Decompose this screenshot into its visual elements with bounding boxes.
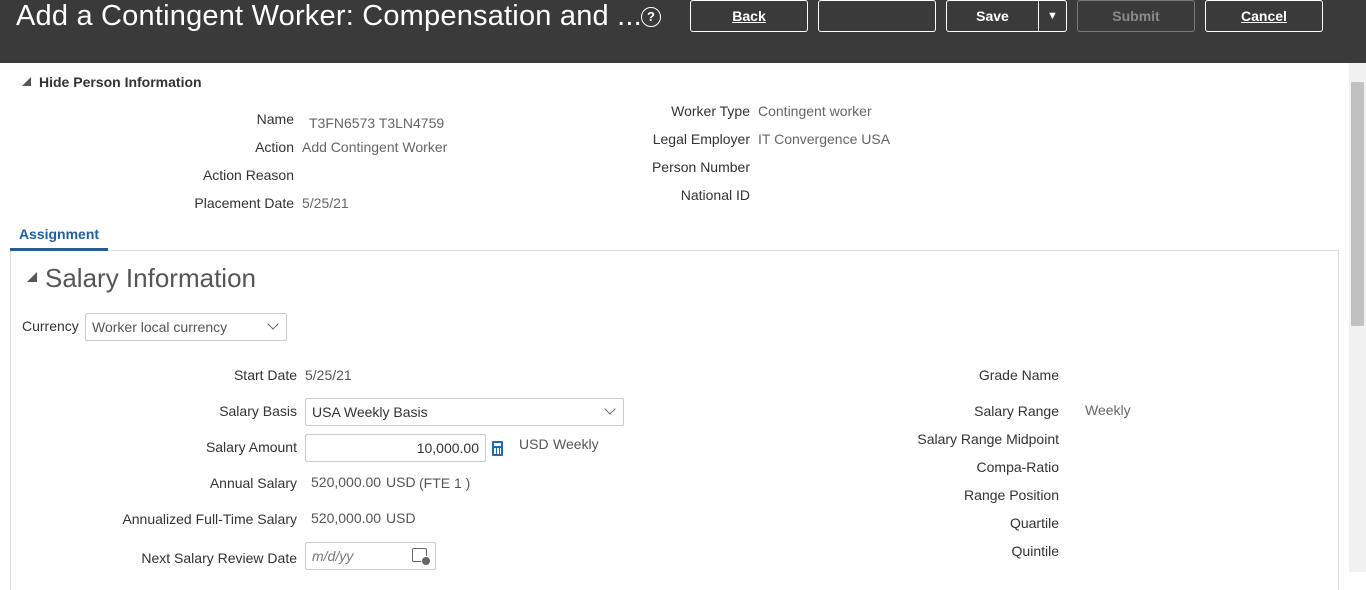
- annual-salary-value: 520,000.00: [311, 474, 382, 490]
- annual-salary-fte: (FTE 1 ): [419, 475, 471, 491]
- name-label: Name: [256, 111, 294, 127]
- assignment-panel: [10, 250, 1339, 590]
- annual-salary-label: Annual Salary: [209, 475, 297, 491]
- compa-ratio-label: Compa-Ratio: [976, 459, 1059, 475]
- action-label: Action: [255, 139, 294, 155]
- chevron-down-icon: [267, 318, 279, 330]
- salary-range-value: Weekly: [1085, 402, 1131, 418]
- chevron-down-icon: [604, 403, 616, 415]
- page-header: Add a Contingent Worker: Compensation an…: [0, 0, 1366, 63]
- tab-divider: [10, 250, 1339, 251]
- worker-type-label: Worker Type: [671, 103, 750, 119]
- toggle-label: Hide Person Information: [39, 74, 202, 90]
- save-button[interactable]: Save: [946, 0, 1039, 32]
- help-icon[interactable]: ?: [641, 7, 661, 27]
- salary-amount-frequency: Weekly: [553, 436, 599, 452]
- worker-type-value: Contingent worker: [758, 103, 872, 119]
- salary-basis-select[interactable]: USA Weekly Basis: [305, 398, 624, 426]
- salary-basis-select-value: USA Weekly Basis: [312, 404, 428, 420]
- legal-employer-label: Legal Employer: [652, 131, 750, 147]
- salary-amount-currency: USD: [519, 436, 549, 452]
- date-placeholder: m/d/yy: [312, 548, 354, 564]
- salary-range-midpoint-label: Salary Range Midpoint: [917, 431, 1059, 447]
- hide-person-information-toggle[interactable]: Hide Person Information: [22, 74, 202, 90]
- disclosure-triangle-icon: [27, 272, 37, 282]
- currency-select-value: Worker local currency: [92, 319, 228, 335]
- grade-name-label: Grade Name: [978, 367, 1059, 383]
- salary-basis-label: Salary Basis: [219, 403, 297, 419]
- currency-label: Currency: [22, 318, 79, 334]
- annualized-full-time-salary-label: Annualized Full-Time Salary: [122, 511, 297, 527]
- annualized-full-time-salary-currency: USD: [386, 510, 416, 526]
- save-menu-chevron-down-icon[interactable]: ▼: [1038, 0, 1067, 32]
- annual-salary-currency: USD: [386, 474, 416, 490]
- cancel-button[interactable]: Cancel: [1205, 0, 1323, 32]
- calculator-icon[interactable]: [492, 441, 503, 456]
- currency-select[interactable]: Worker local currency: [85, 313, 287, 341]
- disclosure-triangle-icon: [22, 77, 31, 86]
- next-salary-review-date-label: Next Salary Review Date: [141, 550, 297, 566]
- national-id-label: National ID: [680, 187, 750, 203]
- unlabeled-button[interactable]: [818, 0, 936, 32]
- start-date-label: Start Date: [233, 367, 297, 383]
- page-title: Add a Contingent Worker: Compensation an…: [16, 0, 642, 32]
- action-value: Add Contingent Worker: [302, 139, 448, 155]
- annualized-full-time-salary-value: 520,000.00: [311, 510, 382, 526]
- tab-assignment[interactable]: Assignment: [10, 224, 108, 251]
- quartile-label: Quartile: [1009, 515, 1059, 531]
- salary-amount-label: Salary Amount: [205, 439, 297, 455]
- submit-button[interactable]: Submit: [1077, 0, 1195, 32]
- quintile-label: Quintile: [1011, 543, 1059, 559]
- back-button[interactable]: Back: [690, 0, 808, 32]
- action-reason-label: Action Reason: [202, 167, 294, 183]
- range-position-label: Range Position: [964, 487, 1059, 503]
- scrollbar-thumb[interactable]: [1351, 82, 1364, 326]
- cancel-button-label: Cancel: [1241, 8, 1287, 24]
- start-date-value: 5/25/21: [305, 367, 352, 383]
- salary-range-label: Salary Range: [974, 403, 1059, 419]
- back-button-label: Back: [732, 8, 766, 24]
- placement-date-value: 5/25/21: [302, 195, 349, 211]
- salary-information-heading[interactable]: Salary Information: [27, 263, 256, 294]
- placement-date-label: Placement Date: [194, 195, 294, 211]
- section-title-label: Salary Information: [45, 263, 256, 293]
- calendar-icon[interactable]: [412, 548, 431, 566]
- salary-amount-input[interactable]: 10,000.00: [305, 434, 486, 462]
- name-value: T3FN6573 T3LN4759: [309, 115, 445, 131]
- person-number-label: Person Number: [651, 159, 750, 175]
- legal-employer-value: IT Convergence USA: [758, 131, 891, 147]
